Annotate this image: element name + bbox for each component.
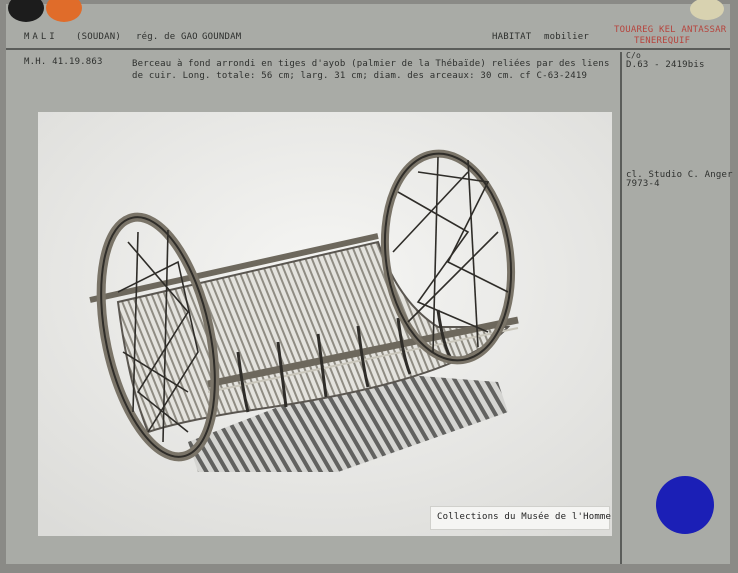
gold-sticker (690, 0, 724, 20)
blue-sticker (656, 476, 714, 534)
description-line2: de cuir. Long. totale: 56 cm; larg. 31 c… (132, 71, 588, 81)
photo-ref-top: C/o (626, 51, 642, 60)
cradle-photograph: Collections du Musée de l'Homme (38, 112, 612, 536)
catalog-card: MALI (SOUDAN) rég. de GAO GOUNDAM HABITA… (6, 0, 733, 564)
header-country: MALI (24, 32, 58, 42)
caption-strip: Collections du Musée de l'Homme (430, 506, 612, 530)
side-column-divider (620, 52, 622, 564)
description-line1: Berceau à fond arrondi en tiges d'ayob (… (132, 59, 610, 69)
header-subcategory: mobilier (544, 32, 589, 42)
header-ethnic-line1: TOUAREG KEL ANTASSAR (614, 25, 727, 35)
orange-sticker (46, 0, 82, 22)
header-category: HABITAT (492, 32, 532, 42)
header-country-alt: (SOUDAN) (76, 32, 121, 42)
header-divider (6, 48, 730, 50)
photo-caption: Collections du Musée de l'Homme (437, 512, 612, 522)
header-ethnic-line2: TENEREQUIF (634, 36, 691, 46)
black-sticker (8, 0, 44, 22)
cradle-image (38, 112, 612, 536)
inventory-number: M.H. 41.19.863 (24, 57, 103, 67)
header-region: rég. de GAO (136, 32, 198, 42)
credit-line2: 7973-4 (626, 179, 660, 189)
photo-ref: D.63 - 2419bis (626, 60, 705, 70)
header-locality: GOUNDAM (202, 32, 242, 42)
